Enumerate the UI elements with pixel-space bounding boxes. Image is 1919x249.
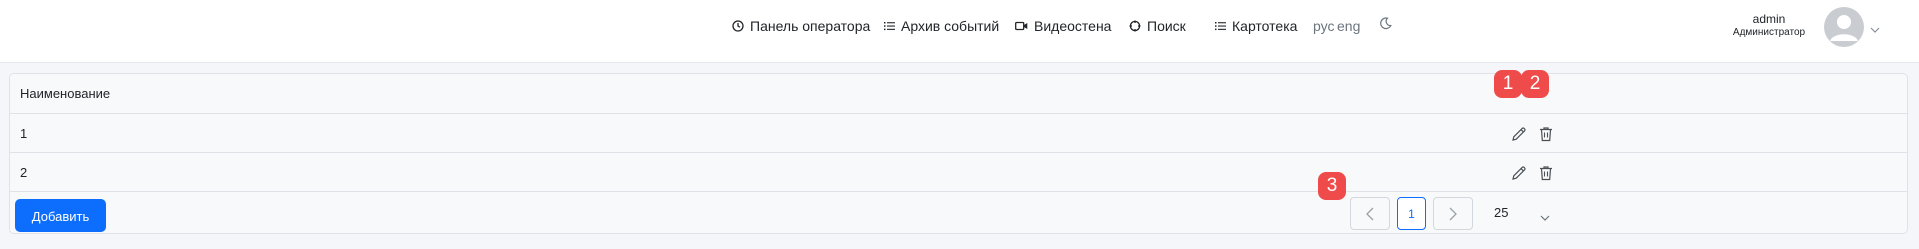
nav-search-label: Поиск bbox=[1147, 18, 1186, 34]
add-button[interactable]: Добавить bbox=[15, 199, 106, 232]
theme-toggle[interactable] bbox=[1379, 17, 1392, 35]
edit-button[interactable] bbox=[1510, 164, 1528, 182]
row-name: 1 bbox=[20, 126, 28, 141]
pencil-icon bbox=[1512, 166, 1526, 180]
nav-operator-panel-label: Панель оператора bbox=[750, 18, 871, 34]
chevron-right-icon bbox=[1449, 207, 1457, 220]
clock-icon bbox=[732, 20, 744, 32]
lang-ru[interactable]: рус bbox=[1313, 0, 1334, 52]
edit-button[interactable] bbox=[1510, 125, 1528, 143]
video-icon bbox=[1015, 21, 1028, 31]
avatar-icon bbox=[1830, 15, 1858, 41]
chevron-left-icon bbox=[1366, 207, 1374, 220]
table-card: Наименование 1 2 Добавить 1 25 bbox=[9, 73, 1908, 234]
per-page-chevron[interactable] bbox=[1540, 208, 1550, 226]
user-role: Администратор bbox=[1732, 27, 1806, 38]
nav-event-archive-label: Архив событий bbox=[901, 18, 1000, 34]
list-icon bbox=[884, 22, 895, 31]
table-row[interactable]: 2 bbox=[10, 153, 1907, 192]
column-header-name: Наименование bbox=[20, 86, 111, 101]
lang-en[interactable]: eng bbox=[1337, 0, 1360, 52]
user-name: admin bbox=[1752, 12, 1786, 26]
page-button-current[interactable]: 1 bbox=[1397, 197, 1426, 230]
top-navbar: Панель оператора Архив событий Видеостен… bbox=[0, 0, 1919, 63]
prev-page-button[interactable] bbox=[1350, 197, 1390, 230]
annotation-badge: 2 bbox=[1521, 70, 1549, 98]
chevron-down-icon bbox=[1540, 215, 1550, 221]
table-header: Наименование bbox=[10, 74, 1907, 114]
row-name: 2 bbox=[20, 165, 28, 180]
delete-button[interactable] bbox=[1537, 125, 1555, 143]
table-row[interactable]: 1 bbox=[10, 114, 1907, 153]
trash-icon bbox=[1540, 127, 1552, 142]
user-menu-chevron[interactable] bbox=[1870, 20, 1880, 38]
avatar[interactable] bbox=[1824, 7, 1864, 47]
next-page-button[interactable] bbox=[1433, 197, 1473, 230]
annotation-badge: 3 bbox=[1318, 172, 1346, 200]
nav-card-index-label: Картотека bbox=[1232, 18, 1298, 34]
list-icon bbox=[1215, 22, 1226, 31]
per-page-value[interactable]: 25 bbox=[1494, 205, 1508, 220]
delete-button[interactable] bbox=[1537, 164, 1555, 182]
pencil-icon bbox=[1512, 127, 1526, 141]
trash-icon bbox=[1540, 166, 1552, 181]
nav-event-archive[interactable]: Архив событий bbox=[884, 0, 999, 52]
user-info: admin Администратор bbox=[1732, 12, 1806, 39]
chevron-down-icon bbox=[1870, 27, 1880, 33]
nav-card-index[interactable]: Картотека bbox=[1215, 0, 1297, 52]
nav-operator-panel[interactable]: Панель оператора bbox=[732, 0, 870, 52]
search-crosshair-icon bbox=[1129, 20, 1141, 32]
moon-icon bbox=[1380, 17, 1392, 30]
annotation-badge: 1 bbox=[1494, 70, 1522, 98]
nav-search[interactable]: Поиск bbox=[1129, 0, 1186, 52]
nav-video-wall-label: Видеостена bbox=[1034, 18, 1112, 34]
nav-video-wall[interactable]: Видеостена bbox=[1015, 0, 1111, 52]
